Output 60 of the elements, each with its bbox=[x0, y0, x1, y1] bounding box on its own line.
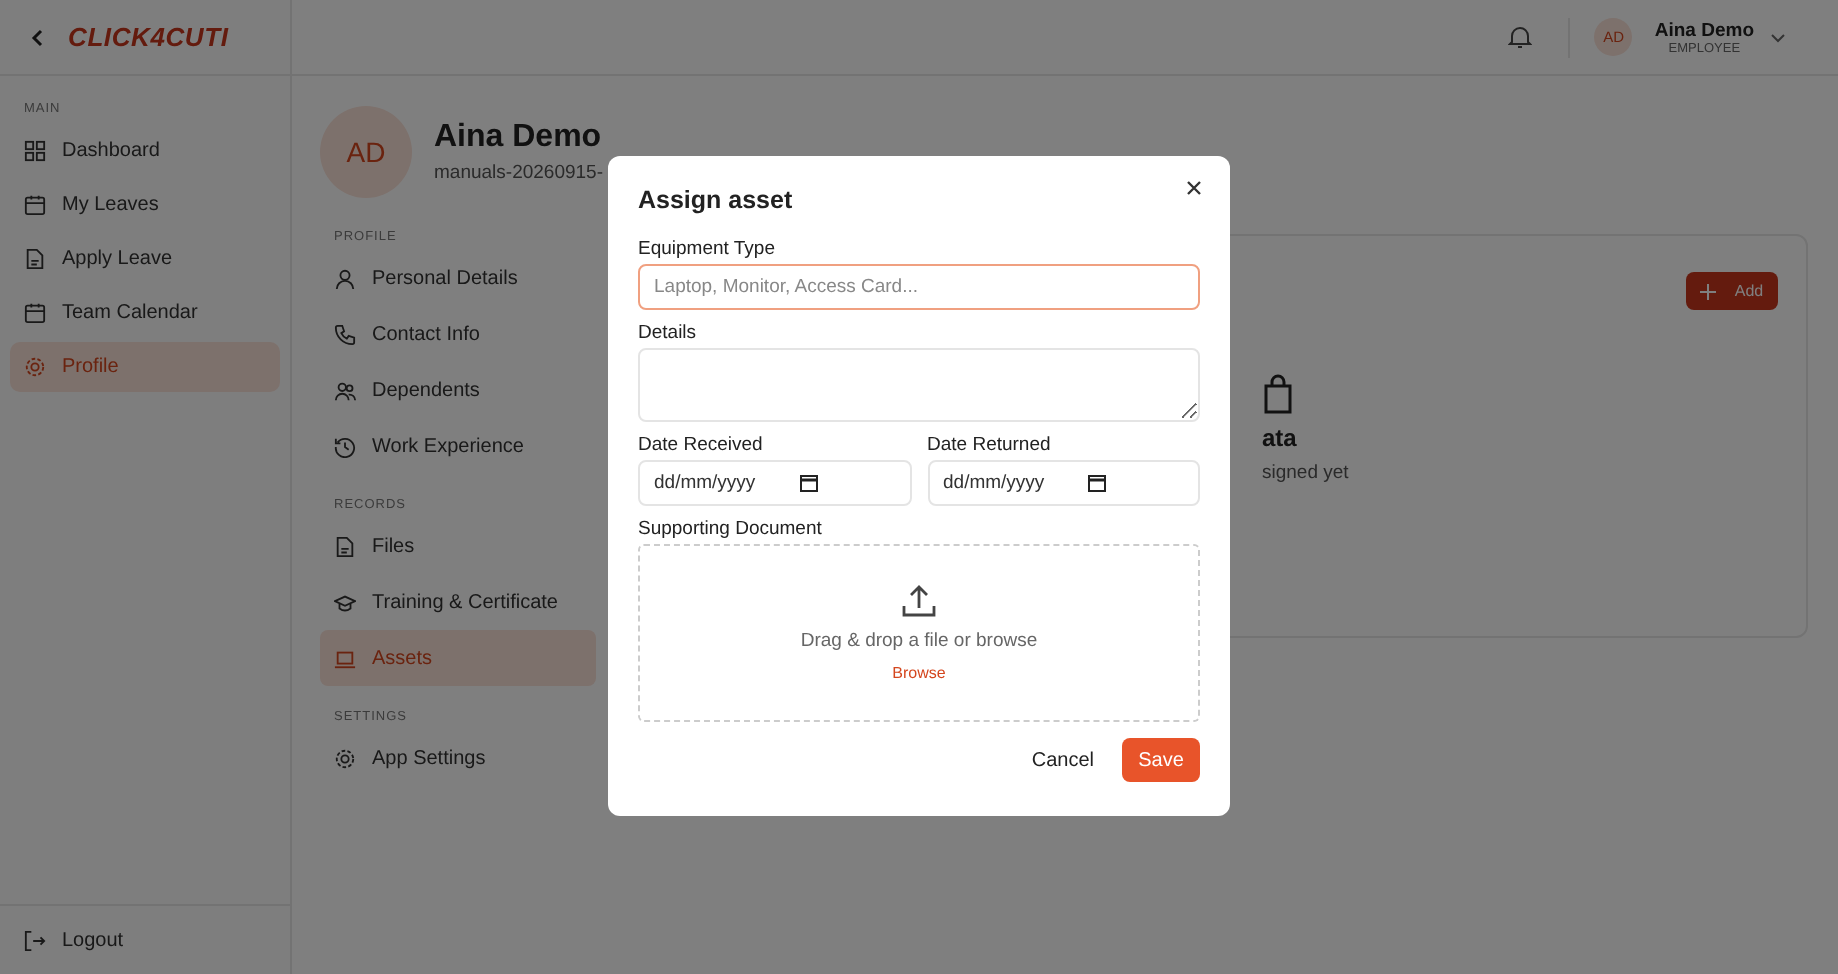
gear-icon bbox=[24, 356, 46, 378]
profile-nav-item[interactable]: Dependents bbox=[320, 362, 596, 418]
profile-name: Aina Demo bbox=[434, 120, 604, 156]
profile-nav-item[interactable]: Training & Certificate bbox=[320, 574, 596, 630]
history-icon bbox=[334, 435, 356, 457]
sidebar-item[interactable]: Dashboard bbox=[10, 126, 280, 176]
date-received-field[interactable]: dd/mm/yyyy bbox=[638, 460, 911, 506]
document-icon bbox=[334, 535, 356, 557]
cancel-button[interactable]: Cancel bbox=[1031, 738, 1094, 782]
user-name: Aina Demo bbox=[1654, 19, 1754, 41]
sidebar-item[interactable]: My Leaves bbox=[10, 180, 280, 230]
close-icon[interactable] bbox=[1186, 180, 1202, 196]
profile-nav-item[interactable]: Files bbox=[320, 518, 596, 574]
sidebar-item[interactable]: Apply Leave bbox=[10, 234, 280, 284]
empty-state-text: signed yet bbox=[1262, 462, 1349, 484]
calendar-icon[interactable] bbox=[1088, 474, 1107, 492]
plus-icon bbox=[1700, 283, 1717, 299]
people-icon bbox=[334, 379, 356, 401]
person-icon bbox=[334, 267, 356, 289]
sidebar-item[interactable]: Team Calendar bbox=[10, 288, 280, 338]
calendar-icon bbox=[24, 194, 46, 216]
equipment-type-field[interactable]: Laptop, Monitor, Access Card... bbox=[638, 264, 1200, 310]
bell-icon[interactable] bbox=[1508, 24, 1533, 50]
graduation-cap-icon bbox=[334, 591, 356, 613]
sidebar-item[interactable]: Profile bbox=[10, 342, 280, 392]
field-label: Date Returned bbox=[927, 434, 1053, 456]
laptop-icon bbox=[334, 647, 356, 669]
grid-icon bbox=[24, 140, 46, 162]
dialog-title: Assign asset bbox=[638, 186, 793, 214]
upload-icon bbox=[902, 584, 936, 618]
bag-icon bbox=[1262, 374, 1294, 414]
field-label: Equipment Type bbox=[638, 238, 777, 260]
chevron-down-icon[interactable] bbox=[1770, 31, 1786, 43]
calendar-icon[interactable] bbox=[799, 474, 818, 492]
profile-avatar: AD bbox=[320, 106, 412, 198]
profile-nav-item[interactable]: Contact Info bbox=[320, 306, 596, 362]
logout-icon bbox=[24, 929, 46, 951]
gear-icon bbox=[334, 747, 356, 769]
logo: CLICK4CUTI bbox=[68, 22, 229, 52]
browse-link[interactable]: Browse bbox=[892, 664, 946, 682]
field-label: Supporting Document bbox=[638, 518, 824, 540]
file-drop-zone[interactable]: Drag & drop a file or browse Browse bbox=[638, 544, 1200, 722]
drop-hint: Drag & drop a file or browse bbox=[800, 630, 1038, 652]
date-returned-field[interactable]: dd/mm/yyyy bbox=[927, 460, 1200, 506]
calendar-icon bbox=[24, 302, 46, 324]
profile-nav-item[interactable]: Work Experience bbox=[320, 418, 596, 474]
field-label: Details bbox=[638, 322, 699, 344]
back-icon[interactable] bbox=[28, 27, 48, 47]
profile-id: manuals-20260915- bbox=[434, 162, 604, 184]
add-button[interactable]: Add bbox=[1686, 272, 1778, 310]
document-icon bbox=[24, 248, 46, 270]
logout-link[interactable]: Logout bbox=[0, 904, 290, 974]
profile-nav-item[interactable]: Assets bbox=[320, 630, 596, 686]
save-button[interactable]: Save bbox=[1122, 738, 1200, 782]
details-field[interactable] bbox=[638, 348, 1200, 422]
profile-nav-item[interactable]: App Settings bbox=[320, 730, 596, 786]
field-label: Date Received bbox=[638, 434, 765, 456]
profile-nav-item[interactable]: Personal Details bbox=[320, 250, 596, 306]
phone-icon bbox=[334, 323, 356, 345]
empty-state-title: ata bbox=[1262, 424, 1297, 452]
